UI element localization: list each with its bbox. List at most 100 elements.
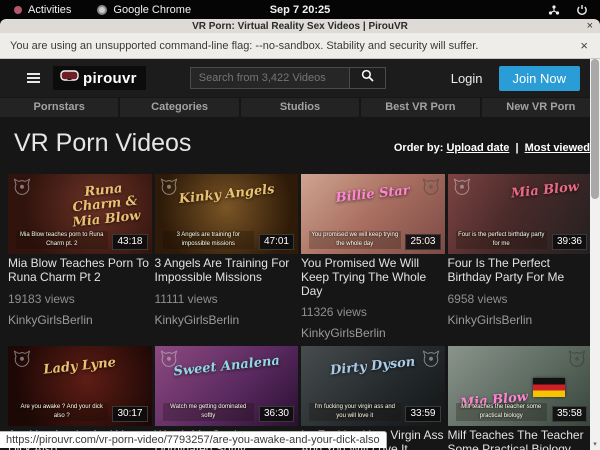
video-duration-badge: 47:01 <box>259 234 294 250</box>
tab-title[interactable]: VR Porn: Virtual Reality Sex Videos | Pi… <box>0 21 600 32</box>
order-separator: | <box>515 142 518 154</box>
login-button[interactable]: Login <box>451 71 483 86</box>
thumbnail-overlay-text: Billie Star <box>307 181 439 209</box>
video-thumbnail[interactable]: Billie Star You promised we will keep tr… <box>301 174 445 254</box>
video-thumbnail[interactable]: Lady Lyne Are you awake ? And your dick … <box>8 346 152 426</box>
thumbnail-overlay-text: Runa Charm & Mia Blow <box>63 180 147 231</box>
search-bar <box>190 67 386 89</box>
video-card: Mia Blow Milf teaches the teacher some p… <box>448 346 592 450</box>
thumbnail-caption: You promised we will keep trying the who… <box>309 231 401 249</box>
video-duration-badge: 43:18 <box>112 234 147 250</box>
video-duration-badge: 33:59 <box>405 406 440 422</box>
video-card: Billie Star You promised we will keep tr… <box>301 174 445 340</box>
thumbnail-caption: I'm fucking your virgin ass and you will… <box>309 403 401 421</box>
nav-item-new-vr-porn[interactable]: New VR Porn <box>482 98 600 117</box>
video-views: 11111 views <box>155 292 299 306</box>
order-link-most-viewed[interactable]: Most viewed <box>525 142 590 154</box>
video-thumbnail[interactable]: Mia Blow Milf teaches the teacher some p… <box>448 346 592 426</box>
thumbnail-overlay-text: Mia Blow <box>504 180 585 203</box>
video-views: 6958 views <box>448 292 592 306</box>
video-duration-badge: 30:17 <box>112 406 147 422</box>
menu-icon[interactable] <box>27 73 40 83</box>
search-input[interactable] <box>190 67 350 89</box>
clock[interactable]: Sep 7 20:25 <box>0 4 600 16</box>
video-studio-link[interactable]: KinkyGirlsBerlin <box>448 313 592 327</box>
thumbnail-caption: Watch me getting dominated softly <box>163 403 255 421</box>
video-thumbnail[interactable]: Dirty Dyson I'm fucking your virgin ass … <box>301 346 445 426</box>
video-views: 11326 views <box>301 305 445 319</box>
studio-watermark-icon <box>422 349 440 372</box>
video-card: Runa Charm & Mia Blow Mia Blow teaches p… <box>8 174 152 340</box>
video-studio-link[interactable]: KinkyGirlsBerlin <box>155 313 299 327</box>
thumbnail-overlay-text: Sweet Analena <box>160 354 292 382</box>
thumbnail-caption: Four is the perfect birthday party for m… <box>456 231 548 249</box>
video-title[interactable]: 3 Angels Are Training For Impossible Mis… <box>155 257 299 285</box>
order-by: Order by: Upload date | Most viewed <box>394 142 590 158</box>
scrollbar-down-arrow-icon[interactable]: ▾ <box>590 440 600 448</box>
thumbnail-overlay-text: Mia Blow <box>453 390 534 413</box>
system-top-bar: Activities Google Chrome Sep 7 20:25 <box>0 0 600 19</box>
thumbnail-overlay-text: Lady Lyne <box>14 354 146 382</box>
nav-item-categories[interactable]: Categories <box>120 98 238 117</box>
join-now-button[interactable]: Join Now <box>499 66 580 91</box>
page-head: VR Porn Videos Order by: Upload date | M… <box>0 117 600 158</box>
infobar-close-icon[interactable]: × <box>580 38 588 53</box>
video-thumbnail[interactable]: Mia Blow Four is the perfect birthday pa… <box>448 174 592 254</box>
site-nav: Pornstars Categories Studios Best VR Por… <box>0 98 600 117</box>
nav-item-best-vr-porn[interactable]: Best VR Porn <box>361 98 479 117</box>
video-thumbnail[interactable]: Kinky Angels 3 Angels are training for i… <box>155 174 299 254</box>
studio-watermark-icon <box>453 177 471 200</box>
video-card: Mia Blow Four is the perfect birthday pa… <box>448 174 592 340</box>
scrollbar[interactable]: ▾ <box>590 59 600 450</box>
activities-indicator-icon <box>14 6 22 14</box>
scrollbar-thumb[interactable] <box>591 59 599 199</box>
video-duration-badge: 36:30 <box>259 406 294 422</box>
nav-item-studios[interactable]: Studios <box>241 98 359 117</box>
chrome-app-label: Google Chrome <box>113 4 191 16</box>
tab-close-icon[interactable]: × <box>587 19 593 33</box>
vr-headset-icon <box>60 69 79 87</box>
chrome-icon <box>97 5 107 15</box>
browser-viewport: pirouvr Login Join Now Pornstars Categor… <box>0 59 600 450</box>
thumbnail-caption: Milf teaches the teacher some practical … <box>456 403 548 421</box>
order-link-upload-date[interactable]: Upload date <box>446 142 509 154</box>
german-flag <box>533 378 565 397</box>
search-button[interactable] <box>350 67 386 89</box>
video-card: Kinky Angels 3 Angels are training for i… <box>155 174 299 340</box>
video-title[interactable]: You Promised We Will Keep Trying The Who… <box>301 257 445 298</box>
video-title[interactable]: Milf Teaches The Teacher Some Practical … <box>448 429 592 450</box>
chrome-app-menu[interactable]: Google Chrome <box>97 4 191 16</box>
video-thumbnail[interactable]: Runa Charm & Mia Blow Mia Blow teaches p… <box>8 174 152 254</box>
video-views: 19183 views <box>8 292 152 306</box>
browser-tab-bar: VR Porn: Virtual Reality Sex Videos | Pi… <box>0 19 600 33</box>
activities-label: Activities <box>28 4 71 16</box>
studio-watermark-icon <box>13 177 31 200</box>
thumbnail-overlay-text: Dirty Dyson <box>307 354 439 382</box>
status-url-bubble: https://pirouvr.com/vr-porn-video/779325… <box>0 431 387 448</box>
thumbnail-caption: 3 Angels are training for impossible mis… <box>163 231 255 249</box>
brand-name: pirouvr <box>83 70 137 87</box>
search-icon <box>361 69 374 87</box>
video-thumbnail[interactable]: Sweet Analena Watch me getting dominated… <box>155 346 299 426</box>
studio-watermark-icon <box>13 349 31 372</box>
studio-watermark-icon <box>568 349 586 372</box>
screen: Activities Google Chrome Sep 7 20:25 VR … <box>0 0 600 450</box>
studio-watermark-icon <box>160 177 178 200</box>
studio-watermark-icon <box>422 177 440 200</box>
video-title[interactable]: Mia Blow Teaches Porn To Runa Charm Pt 2 <box>8 257 152 285</box>
power-icon[interactable] <box>576 4 588 16</box>
video-duration-badge: 39:36 <box>552 234 587 250</box>
video-title[interactable]: Four Is The Perfect Birthday Party For M… <box>448 257 592 285</box>
video-studio-link[interactable]: KinkyGirlsBerlin <box>8 313 152 327</box>
studio-watermark-icon <box>160 349 178 372</box>
video-studio-link[interactable]: KinkyGirlsBerlin <box>301 326 445 340</box>
video-grid: Runa Charm & Mia Blow Mia Blow teaches p… <box>0 158 600 450</box>
nav-item-pornstars[interactable]: Pornstars <box>0 98 118 117</box>
page-title: VR Porn Videos <box>14 129 191 158</box>
activities-button[interactable]: Activities <box>14 4 71 16</box>
thumbnail-caption: Mia Blow teaches porn to Runa Charm pt. … <box>16 231 108 249</box>
video-duration-badge: 35:58 <box>552 406 587 422</box>
site-logo[interactable]: pirouvr <box>53 66 146 90</box>
network-icon[interactable] <box>548 4 560 16</box>
site-header: pirouvr Login Join Now <box>0 59 600 97</box>
